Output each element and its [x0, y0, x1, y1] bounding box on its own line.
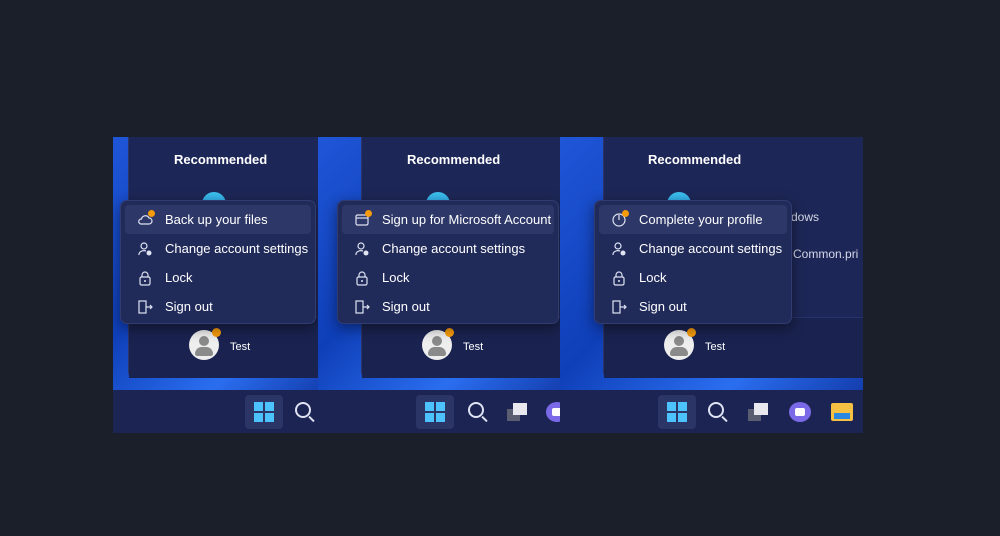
chat-icon — [546, 402, 560, 422]
account-menu: Sign up for Microsoft Account Change acco… — [337, 200, 559, 324]
taskbar-taskview-button[interactable] — [740, 395, 778, 429]
taskbar-taskview-button[interactable] — [499, 395, 537, 429]
menu-item-label: Change account settings — [382, 241, 526, 256]
taskbar-start-button[interactable] — [658, 395, 696, 429]
start-icon — [667, 402, 687, 422]
user-gear-icon — [611, 241, 627, 257]
taskbar-start-button[interactable] — [416, 395, 454, 429]
menu-item-label: Complete your profile — [639, 212, 763, 227]
menu-item-label: Lock — [382, 270, 410, 285]
recommended-heading: Recommended — [174, 152, 268, 167]
notification-dot — [687, 328, 696, 337]
notification-dot — [445, 328, 454, 337]
taskbar-explorer-button[interactable] — [823, 395, 861, 429]
menu-item-label: Change account settings — [165, 241, 309, 256]
menu-item-change-account-settings[interactable]: Change account settings — [125, 234, 311, 263]
user-gear-icon — [354, 241, 370, 257]
start-footer — [129, 317, 318, 378]
taskbar-start-button[interactable] — [245, 395, 283, 429]
menu-item-lock[interactable]: Lock — [125, 263, 311, 292]
lock-icon — [354, 270, 370, 286]
taskbar — [318, 390, 560, 433]
notification-dot — [148, 209, 155, 217]
lock-icon — [137, 270, 153, 286]
menu-item-sign-out[interactable]: Sign out — [125, 292, 311, 321]
user-name[interactable]: Test — [230, 341, 250, 353]
menu-item-label: Sign up for Microsoft Account — [382, 212, 552, 227]
progress-icon — [611, 209, 629, 228]
menu-item-change-account-settings[interactable]: Change account settings — [599, 234, 787, 263]
recommended-heading: Recommended — [648, 152, 742, 167]
taskview-icon — [507, 403, 529, 421]
menu-item-label: Sign out — [165, 299, 213, 314]
account-menu: Back up your files Change account setting… — [120, 200, 316, 324]
sign-out-icon — [354, 299, 370, 315]
menu-item-label: Back up your files — [165, 212, 268, 227]
menu-item-sign-out[interactable]: Sign out — [342, 292, 554, 321]
taskbar-search-button[interactable] — [699, 395, 737, 429]
menu-item-label: Change account settings — [639, 241, 783, 256]
menu-item-back-up-your-files[interactable]: Back up your files — [125, 205, 311, 234]
user-avatar[interactable] — [664, 328, 696, 360]
taskview-icon — [748, 403, 770, 421]
notification-dot — [365, 209, 372, 217]
cloud-icon — [137, 209, 155, 228]
menu-item-lock[interactable]: Lock — [342, 263, 554, 292]
menu-item-complete-your-profile[interactable]: Complete your profile — [599, 205, 787, 234]
screenshot-1: Recommended Test Back up your files Change … — [113, 137, 318, 433]
menu-item-label: Sign out — [639, 299, 687, 314]
taskbar-search-button[interactable] — [459, 395, 497, 429]
recommended-item-text[interactable]: Common.pri — [793, 247, 858, 261]
taskbar — [560, 390, 863, 433]
menu-item-sign-out[interactable]: Sign out — [599, 292, 787, 321]
sign-out-icon — [137, 299, 153, 315]
menu-item-label: Lock — [165, 270, 193, 285]
account-menu: Complete your profile Change account sett… — [594, 200, 792, 324]
start-footer — [362, 317, 560, 378]
explorer-icon — [831, 403, 853, 421]
lock-icon — [611, 270, 627, 286]
user-avatar[interactable] — [189, 328, 221, 360]
start-icon — [254, 402, 274, 422]
menu-item-change-account-settings[interactable]: Change account settings — [342, 234, 554, 263]
user-avatar[interactable] — [422, 328, 454, 360]
sign-out-icon — [611, 299, 627, 315]
user-gear-icon — [137, 241, 153, 257]
menu-item-sign-up-for-microsoft-account[interactable]: Sign up for Microsoft Account — [342, 205, 554, 234]
start-icon — [425, 402, 445, 422]
user-name[interactable]: Test — [463, 341, 483, 353]
user-name[interactable]: Test — [705, 341, 725, 353]
notification-dot — [212, 328, 221, 337]
menu-item-label: Lock — [639, 270, 667, 285]
recommended-item-text[interactable]: dows — [791, 210, 819, 224]
taskbar-chat-button[interactable] — [781, 395, 819, 429]
recommended-heading: Recommended — [407, 152, 501, 167]
taskbar — [113, 390, 318, 433]
start-footer — [604, 317, 863, 378]
search-icon — [295, 402, 313, 420]
menu-item-lock[interactable]: Lock — [599, 263, 787, 292]
screenshot-2: Recommended Test Sign up for Microsoft Acc… — [318, 137, 560, 433]
notification-dot — [622, 209, 629, 217]
search-icon — [708, 402, 726, 420]
window-icon — [354, 209, 372, 228]
taskbar-chat-button[interactable] — [538, 395, 560, 429]
search-icon — [468, 402, 486, 420]
taskbar-search-button[interactable] — [286, 395, 318, 429]
chat-icon — [789, 402, 811, 422]
screenshot-3: Recommended dows Common.pri Test Complete yo… — [560, 137, 863, 433]
menu-item-label: Sign out — [382, 299, 430, 314]
